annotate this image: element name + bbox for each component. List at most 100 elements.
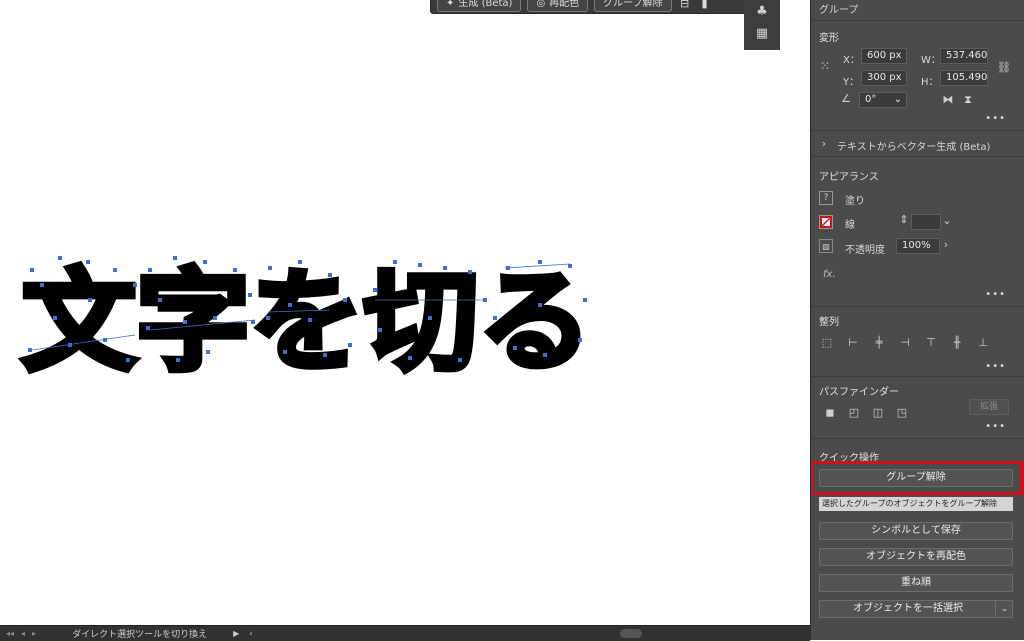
stroke-weight-input[interactable]	[911, 214, 941, 230]
anchor-point[interactable]	[103, 338, 107, 342]
anchor-point[interactable]	[183, 320, 187, 324]
next-artboard-icon[interactable]: ▸	[32, 629, 36, 638]
transform-more-options[interactable]: •••	[985, 113, 1006, 124]
reference-point-icon[interactable]: ⁙	[817, 59, 833, 73]
anchor-point[interactable]	[298, 260, 302, 264]
appearance-more-options[interactable]: •••	[985, 289, 1006, 300]
arrange-button[interactable]: 重ね順	[819, 574, 1013, 592]
artwork-svg[interactable]: 文字を切る	[0, 0, 810, 625]
anchor-point[interactable]	[378, 328, 382, 332]
align-more-options[interactable]: •••	[985, 361, 1006, 372]
anchor-point[interactable]	[468, 270, 472, 274]
anchor-point[interactable]	[323, 353, 327, 357]
anchor-point[interactable]	[28, 348, 32, 352]
align-left-icon[interactable]: ⊢	[845, 336, 861, 350]
align-right-icon[interactable]: ⊣	[897, 336, 913, 350]
align-bottom-icon[interactable]: ⊥	[975, 336, 991, 350]
anchor-point[interactable]	[213, 316, 217, 320]
recolor-button[interactable]: ◎ 再配色	[527, 0, 589, 12]
anchor-point[interactable]	[393, 260, 397, 264]
recolor-artwork-button[interactable]: オブジェクトを再配色	[819, 548, 1013, 566]
anchor-point[interactable]	[428, 316, 432, 320]
chevron-right-icon[interactable]: ›	[940, 238, 952, 252]
anchor-point[interactable]	[176, 358, 180, 362]
intersect-icon[interactable]: ◫	[871, 406, 885, 420]
anchor-point[interactable]	[328, 273, 332, 277]
anchor-point[interactable]	[343, 298, 347, 302]
h-input[interactable]: 105.490	[940, 70, 988, 86]
generate-button[interactable]: ✦ 生成 (Beta)	[437, 0, 522, 12]
anchor-point[interactable]	[146, 326, 150, 330]
stroke-swatch-icon[interactable]	[819, 215, 833, 229]
pathfinder-more-options[interactable]: •••	[985, 421, 1006, 432]
anchor-point[interactable]	[578, 338, 582, 342]
x-input[interactable]: 600 px	[861, 48, 907, 64]
anchor-point[interactable]	[148, 268, 152, 272]
anchor-point[interactable]	[86, 260, 90, 264]
stroke-weight-stepper-icon[interactable]: ⇕	[898, 213, 910, 229]
anchor-point[interactable]	[133, 283, 137, 287]
play-arrow-icon[interactable]: ▶	[233, 629, 239, 638]
anchor-point[interactable]	[538, 303, 542, 307]
anchor-point[interactable]	[158, 298, 162, 302]
chevron-down-icon[interactable]: ⌄	[894, 93, 902, 107]
anchor-point[interactable]	[203, 260, 207, 264]
expand-button[interactable]: 拡張	[969, 399, 1009, 415]
anchor-point[interactable]	[288, 303, 292, 307]
rotate-input[interactable]: 0° ⌄	[859, 92, 907, 108]
anchor-point[interactable]	[58, 256, 62, 260]
anchor-point[interactable]	[583, 298, 587, 302]
flip-horizontal-icon[interactable]: ⧓	[941, 93, 955, 107]
save-as-symbol-button[interactable]: シンボルとして保存	[819, 522, 1013, 540]
lock-icon[interactable]: ⊟	[678, 0, 692, 11]
align-to-selection-icon[interactable]: ⬚	[819, 336, 835, 350]
more-options-icon[interactable]: ▮	[698, 0, 712, 11]
select-same-button[interactable]: オブジェクトを一括選択	[819, 600, 1013, 618]
chevron-down-icon[interactable]: ⌄	[941, 214, 953, 228]
anchor-point[interactable]	[40, 283, 44, 287]
back-arrow-icon[interactable]: ‹	[249, 629, 252, 638]
flip-vertical-icon[interactable]: ⧗	[961, 93, 975, 107]
w-input[interactable]: 537.460	[940, 48, 988, 64]
anchor-point[interactable]	[283, 350, 287, 354]
anchor-point[interactable]	[408, 356, 412, 360]
anchor-point[interactable]	[113, 268, 117, 272]
text-to-vector-section[interactable]: › テキストからベクター生成 (Beta)	[811, 130, 1024, 157]
anchor-point[interactable]	[173, 256, 177, 260]
minus-front-icon[interactable]: ◰	[847, 406, 861, 420]
horizontal-scroll-thumb[interactable]	[620, 629, 642, 638]
fill-swatch-icon[interactable]: ?	[819, 191, 833, 205]
exclude-icon[interactable]: ◳	[895, 406, 909, 420]
anchor-point[interactable]	[53, 316, 57, 320]
anchor-point[interactable]	[126, 358, 130, 362]
anchor-point[interactable]	[30, 268, 34, 272]
previous-artboard-icon[interactable]: ◂	[21, 629, 25, 638]
anchor-point[interactable]	[513, 346, 517, 350]
anchor-point[interactable]	[348, 343, 352, 347]
align-vertical-center-icon[interactable]: ╫	[949, 336, 965, 350]
grid-swatch-icon[interactable]: ▦	[754, 26, 770, 42]
fx-icon[interactable]: fx.	[823, 269, 836, 280]
opacity-input[interactable]: 100%	[896, 238, 940, 254]
unite-icon[interactable]: ◼	[823, 406, 837, 420]
anchor-point[interactable]	[418, 263, 422, 267]
anchor-point[interactable]	[538, 260, 542, 264]
anchor-point[interactable]	[266, 316, 270, 320]
ungroup-button[interactable]: グループ解除	[819, 469, 1013, 487]
y-input[interactable]: 300 px	[861, 70, 907, 86]
text-to-vector-label[interactable]: テキストからベクター生成 (Beta)	[837, 138, 990, 153]
select-same-dropdown-chevron-icon[interactable]: ⌄	[995, 600, 1013, 618]
ungroup-task-button[interactable]: グループ解除	[594, 0, 672, 12]
anchor-point[interactable]	[543, 353, 547, 357]
anchor-point[interactable]	[568, 264, 572, 268]
anchor-point[interactable]	[493, 316, 497, 320]
constrain-proportions-icon[interactable]: ⛓	[997, 61, 1011, 75]
anchor-point[interactable]	[268, 266, 272, 270]
first-artboard-icon[interactable]: ◂◂	[6, 629, 14, 638]
chevron-right-icon[interactable]: ›	[819, 137, 829, 151]
anchor-point[interactable]	[248, 293, 252, 297]
artboard-canvas[interactable]: 文字を切る ✦ 生成 (Beta) ◎ 再配色 グループ解除 ⊟ ▮ ♣ ▦	[0, 0, 810, 625]
anchor-point[interactable]	[233, 268, 237, 272]
anchor-point[interactable]	[373, 288, 377, 292]
club-symbol-icon[interactable]: ♣	[754, 4, 770, 20]
